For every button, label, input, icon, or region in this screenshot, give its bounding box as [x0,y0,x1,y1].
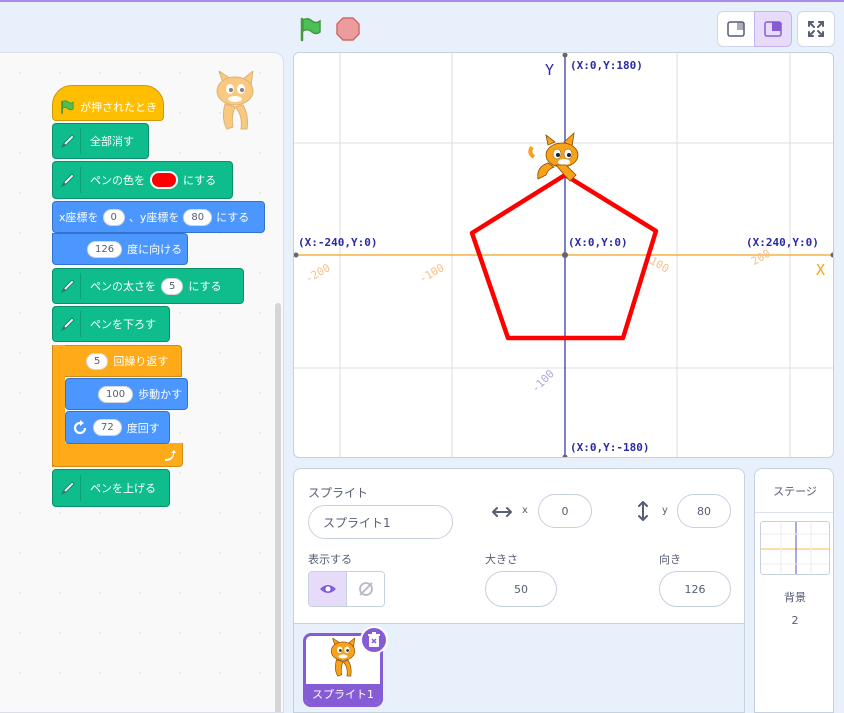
sprite-list: スプライト1 [294,623,744,712]
goto-x-input[interactable]: 0 [102,208,125,226]
eye-icon [319,585,336,593]
show-hidden-button[interactable] [347,572,384,606]
set-pen-color-block[interactable]: ペンの色を にする [52,161,233,199]
repeat-label: 回繰り返す [113,355,169,368]
eye-slash-icon [359,582,373,596]
bottom-coord-label: (X:0,Y:-180) [570,441,649,454]
x-tick-200: 200 [749,247,773,268]
size-input[interactable]: 50 [485,571,557,607]
sprite-name-input[interactable]: スプライト1 [308,505,453,539]
green-flag-icon [61,100,74,114]
stage-thumbnail[interactable] [760,521,830,575]
direction-input[interactable]: 126 [87,240,123,258]
top-coord-label: (X:0,Y:180) [570,59,643,72]
pen-icon [55,167,81,193]
x-axis-label: X [816,261,825,279]
show-toggle [308,571,385,607]
cat-thumbnail-icon [330,638,356,677]
pen-down-block[interactable]: ペンを下ろす [52,306,170,342]
x-position-icon [492,507,512,517]
sprite-thumbnail-icon [205,69,265,135]
fullscreen-icon[interactable] [797,11,835,47]
pen-color-swatch[interactable] [150,171,178,189]
stage-selector[interactable]: ステージ 背景 2 [754,468,834,713]
hat-label: が押されたとき [80,101,157,114]
pen-clear-block[interactable]: 全部消す [52,123,149,159]
left-coord-label: (X:-240,Y:0) [298,236,377,249]
set-pen-size-block[interactable]: ペンの太さを 5 にする [52,268,244,304]
pen-size-input[interactable]: 5 [161,277,184,295]
goto-y-label: 、y座標を [128,211,180,224]
cat-sprite[interactable] [528,131,579,182]
turn-label: 度回す [126,421,160,435]
x-label: x [522,505,528,516]
backdrop-label: 背景 [784,591,806,604]
x-input[interactable]: 0 [538,494,592,528]
y-axis-label: Y [545,61,554,79]
y-position-icon [638,501,648,521]
rotate-right-icon [73,419,87,434]
center-coord-label: (X:0,Y:0) [568,236,628,249]
sprite-info-panel: スプライト スプライト1 x 0 y 80 表示する 大きさ 50 向き 126 [293,468,745,713]
set-color-pre-label: ペンの色を [90,174,145,187]
backdrop-count: 2 [791,614,799,627]
move-label: 歩動かす [138,388,183,401]
sprite-tile-label: スプライト1 [306,684,380,704]
direction-label: 向き [659,553,681,566]
pen-down-label: ペンを下ろす [90,318,156,331]
right-coord-label: (X:240,Y:0) [746,236,819,249]
size-label: 大きさ [485,553,518,566]
pen-icon [55,311,81,337]
point-direction-block[interactable]: 126 度に向ける [52,233,188,265]
y-label: y [662,505,668,516]
point-label: 度に向ける [127,243,183,256]
turn-right-block[interactable]: 72 度回す [65,411,170,444]
when-flag-clicked-block[interactable]: が押されたとき [52,85,164,121]
y-tick-minus-100: -100 [529,367,557,395]
code-area[interactable]: が押されたとき 全部消す ペンの色を にする x座標を 0 、y座標を 80 に… [0,52,284,713]
pen-icon [55,128,81,154]
goto-x-label: x座標を [59,211,99,224]
pen-icon [55,273,81,299]
stop-icon[interactable] [335,16,361,42]
set-color-post-label: にする [183,174,217,187]
goto-post-label: にする [216,211,250,224]
repeat-count-input[interactable]: 5 [86,352,109,370]
repeat-arrow-icon [165,450,176,461]
y-input[interactable]: 80 [677,494,731,528]
trash-icon[interactable] [360,626,388,654]
pen-up-label: ペンを上げる [90,482,156,495]
green-flag-icon[interactable] [297,16,323,42]
move-steps-block[interactable]: 100 歩動かす [65,378,188,410]
goto-y-input[interactable]: 80 [183,208,213,226]
stage[interactable]: Y X (X:0,Y:180) (X:0,Y:-180) (X:-240,Y:0… [293,52,834,458]
large-stage-icon[interactable] [754,11,792,47]
turn-degrees-input[interactable]: 72 [93,419,122,436]
size-post-label: にする [188,280,222,293]
x-tick-minus-100: -100 [417,261,446,286]
move-steps-input[interactable]: 100 [98,385,134,403]
show-visible-button[interactable] [309,572,347,606]
pen-up-block[interactable]: ペンを上げる [52,469,170,507]
x-tick-minus-200: -200 [303,261,332,286]
direction-input[interactable]: 126 [659,571,731,607]
size-pre-label: ペンの太さを [90,280,156,293]
clear-label: 全部消す [90,135,134,148]
top-bar [0,0,844,52]
sprite-section-label: スプライト [308,486,369,500]
x-tick-100: 100 [648,254,672,275]
goto-xy-block[interactable]: x座標を 0 、y座標を 80 にする [52,201,265,233]
repeat-header: 5 回繰り返す [52,345,168,377]
pen-icon [55,475,81,501]
show-label: 表示する [308,553,352,566]
small-stage-icon[interactable] [717,11,755,47]
code-scrollbar[interactable] [275,303,281,712]
stage-header: ステージ [755,469,833,513]
